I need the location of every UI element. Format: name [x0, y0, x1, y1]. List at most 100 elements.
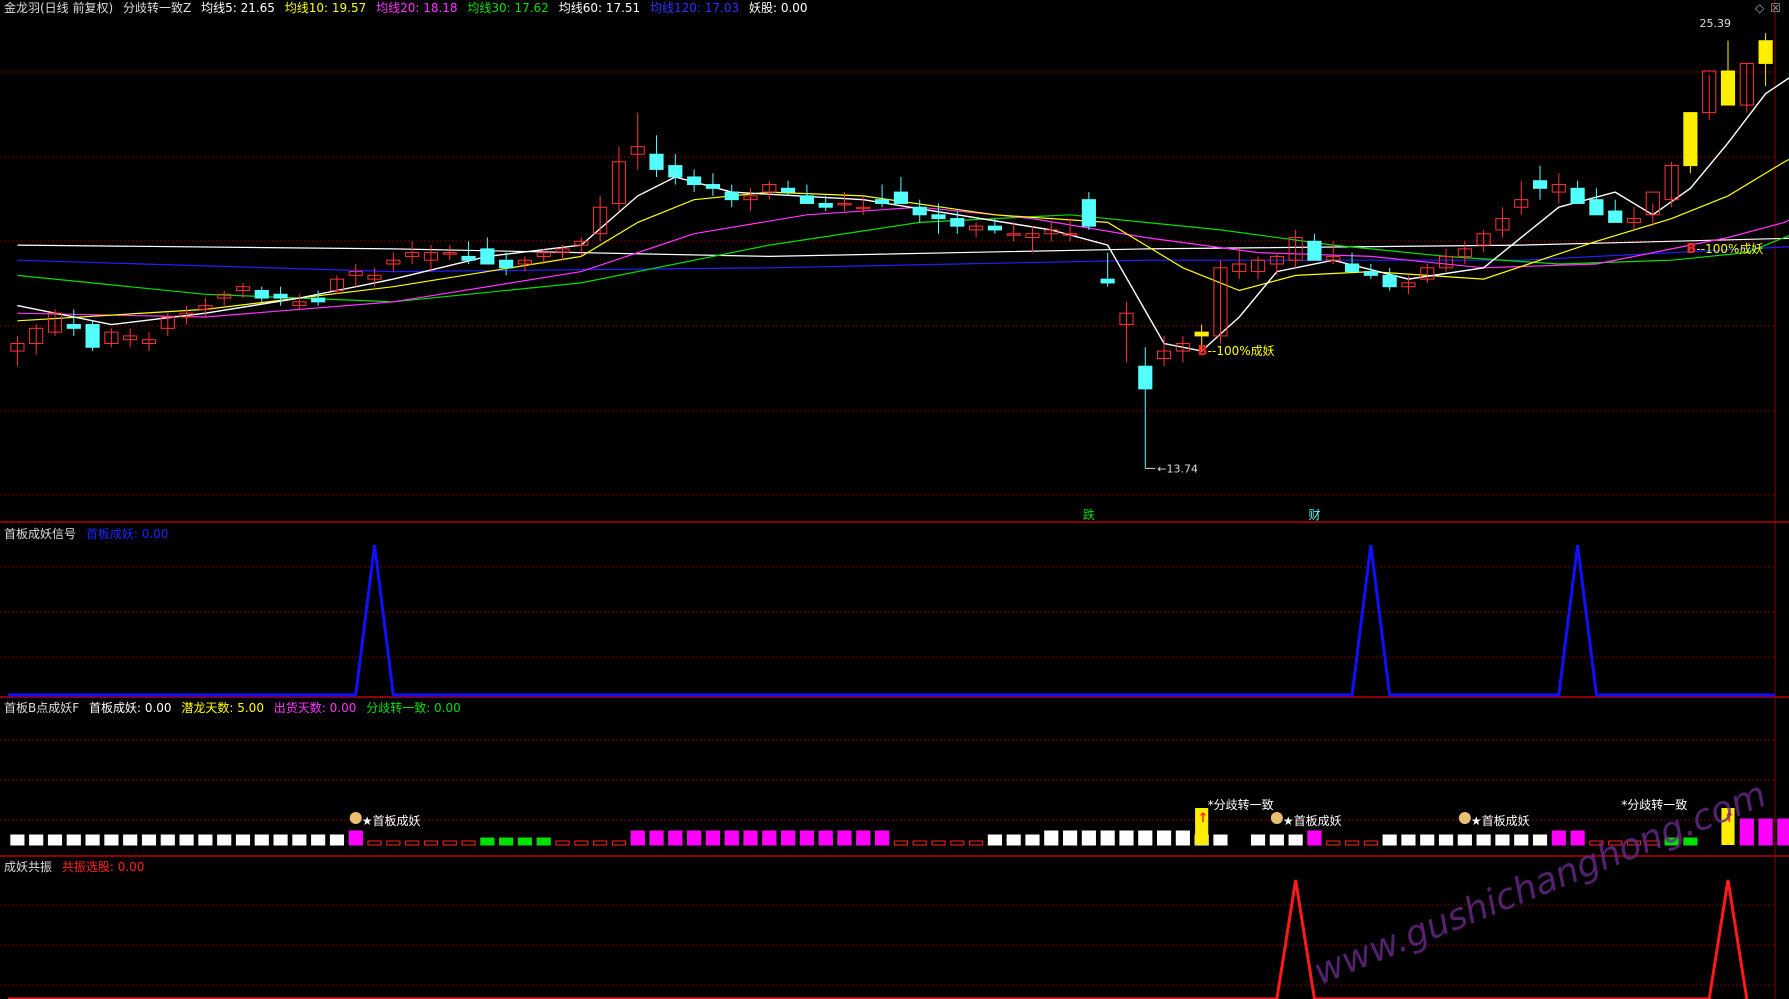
diamond-icon[interactable]: ◇	[1755, 1, 1764, 15]
panel3-bar-white	[311, 834, 326, 846]
panel3-bar-white	[1476, 834, 1491, 846]
money-bag-icon	[349, 812, 362, 824]
panel2-value: 首板成妖: 0.00	[85, 527, 169, 541]
window-tools: ◇ ☒	[1749, 1, 1781, 15]
candle-body	[950, 218, 965, 227]
panel3-bar-magenta	[1551, 830, 1566, 846]
candle-body	[1758, 40, 1773, 64]
candle-body	[1100, 278, 1115, 284]
candle	[649, 135, 664, 177]
panel3-bar-white	[179, 834, 194, 846]
annotation-marker: B	[1686, 242, 1696, 257]
candle	[705, 173, 720, 196]
candle-body	[931, 214, 946, 220]
candle-body	[480, 248, 495, 265]
candle-body	[912, 206, 927, 216]
panel3-bar-magenta	[875, 830, 890, 846]
candle	[1420, 264, 1435, 283]
candle	[931, 203, 946, 234]
candle	[1175, 335, 1190, 363]
panel3-bar-white	[1156, 830, 1172, 846]
panel3-bar-white	[104, 834, 119, 846]
panel3-bar-white	[254, 834, 269, 846]
panel3-bar-white	[1250, 834, 1266, 846]
candle-body	[818, 202, 833, 208]
candle	[273, 286, 288, 306]
bottom-mark: 跌	[1083, 507, 1095, 522]
candle-body	[1683, 112, 1698, 167]
panel3-bar-white	[1006, 834, 1021, 846]
panel3-bar-magenta	[348, 830, 363, 846]
panel3-bar-white	[292, 834, 307, 846]
panel3-bar-red	[461, 840, 476, 846]
panel2-title[interactable]: 首板成妖信号	[4, 527, 76, 541]
candle	[10, 335, 25, 367]
candle	[743, 188, 758, 212]
candle	[1307, 233, 1322, 261]
panel3-bar-magenta	[724, 830, 739, 846]
candle-body	[687, 176, 702, 186]
panel3-bar-red	[593, 840, 608, 846]
panel3-bar-white	[217, 834, 232, 846]
panel3-bar-magenta	[818, 830, 833, 846]
panel4-header: 成妖共振 共振选股: 0.00	[4, 860, 150, 874]
candle	[1589, 188, 1604, 216]
annotation-text: --100%成妖	[1696, 242, 1763, 256]
panel3-v2: 潜龙天数: 5.00	[181, 701, 264, 715]
panel3-title[interactable]: 首板B点成妖F	[4, 701, 79, 715]
ma10-value: 均线10: 19.57	[284, 1, 367, 15]
panel2-header: 首板成妖信号 首板成妖: 0.00	[4, 527, 174, 541]
indicator-name[interactable]: 分歧转一致Z	[123, 1, 191, 15]
panel3-header: 首板B点成妖F 首板成妖: 0.00 潜龙天数: 5.00 出货天数: 0.00…	[4, 701, 467, 715]
candle	[85, 320, 100, 352]
candle	[123, 328, 138, 348]
panel3-bar-white	[1044, 830, 1059, 846]
candle-body	[1138, 365, 1153, 390]
panel3-bar-red	[386, 840, 401, 846]
panel3-bar-magenta	[837, 830, 852, 846]
panel3-bar-white	[1532, 834, 1548, 846]
panel3-bar-magenta	[705, 830, 720, 846]
panel3-bar-white	[1269, 834, 1284, 846]
candle	[611, 146, 627, 212]
panel3-bar-magenta	[743, 830, 758, 846]
panel3-bar-white	[235, 834, 251, 846]
candle	[1025, 226, 1040, 253]
candle	[1363, 264, 1378, 280]
candle-body	[705, 184, 720, 189]
candle	[1608, 199, 1623, 223]
demon-value: 妖股: 0.00	[748, 1, 808, 15]
candle	[1081, 192, 1096, 230]
panel3-bar-white	[1138, 830, 1153, 846]
panel3-bar-magenta	[668, 830, 683, 846]
panel3-bar-white	[1495, 834, 1510, 846]
candle	[1288, 229, 1303, 268]
close-icon[interactable]: ☒	[1770, 1, 1781, 15]
ma30-value: 均线30: 17.62	[467, 1, 549, 15]
candle-body	[781, 187, 796, 193]
panel3-bar-red	[423, 840, 439, 846]
candle-body	[1307, 240, 1322, 261]
panel3-bar-red	[912, 840, 927, 846]
candle-body	[1081, 199, 1096, 227]
chart-canvas: B --100%成妖B --100%成妖←13.74跌 财↑ ↑★首板成妖*分歧转一致★…	[0, 0, 1789, 999]
panel3-bar-red	[950, 840, 965, 846]
panel3-bar-magenta	[1758, 818, 1773, 846]
candle	[762, 180, 777, 200]
price-high-label: 25.39	[1699, 17, 1732, 30]
candle	[1626, 207, 1642, 230]
candle-body	[499, 259, 514, 269]
candle-body	[724, 191, 739, 201]
panel3-bar-red	[1326, 840, 1341, 846]
panel3-bar-white	[1081, 830, 1096, 846]
panel3-bar-white	[66, 834, 81, 846]
candle	[1702, 70, 1717, 121]
candle	[386, 252, 401, 272]
panel4-title[interactable]: 成妖共振	[4, 860, 52, 874]
candle	[461, 241, 476, 264]
candle	[969, 222, 984, 238]
candle-body	[66, 324, 81, 329]
panel3-bar-red	[1363, 840, 1378, 846]
panel3-bar-white	[10, 834, 25, 846]
candle-body	[1720, 70, 1736, 106]
